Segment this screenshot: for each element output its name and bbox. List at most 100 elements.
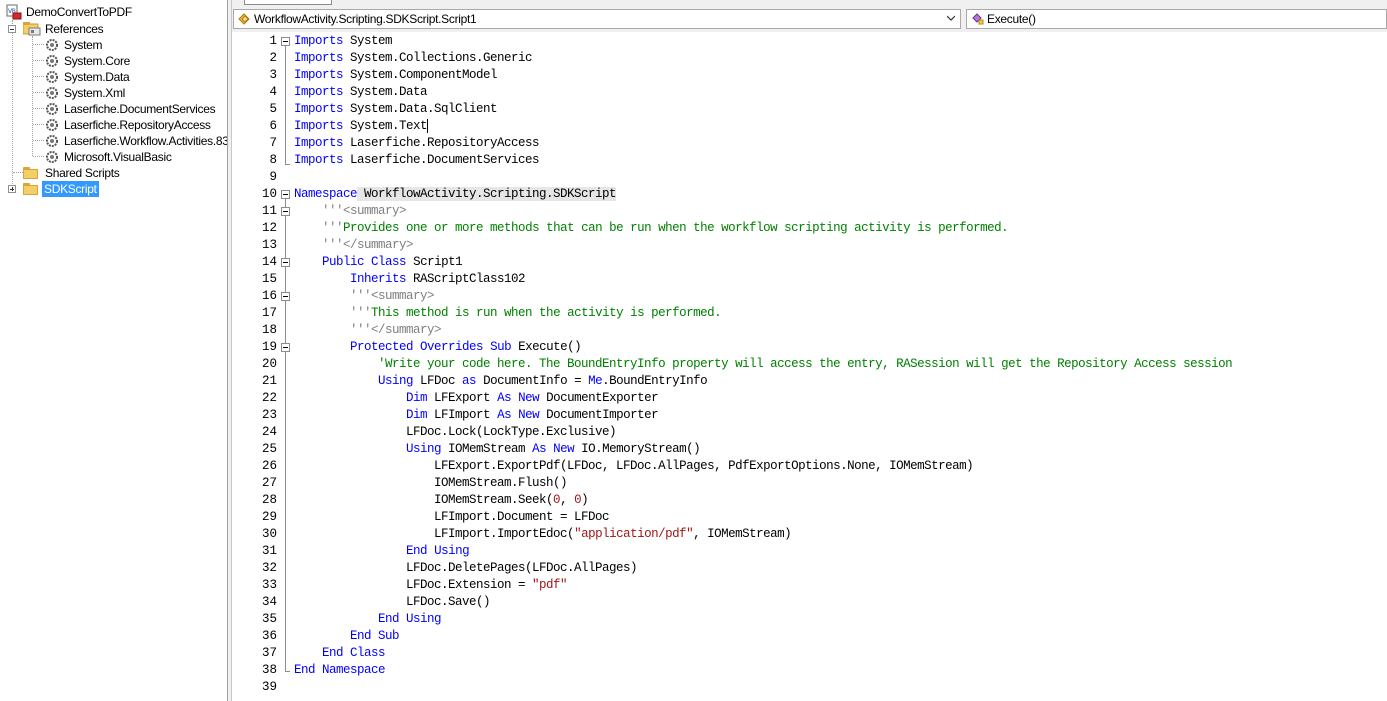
- navigation-bar: WorkflowActivity.Scripting.SDKScript.Scr…: [232, 5, 1387, 32]
- line-number: 26: [261, 459, 277, 473]
- code-line[interactable]: Imports System.Data: [294, 84, 428, 101]
- code-line[interactable]: Imports Laserfiche.RepositoryAccess: [294, 135, 540, 152]
- outline-end: [285, 671, 290, 672]
- line-number: 2: [269, 51, 277, 65]
- reference-label: Laserfiche.RepositoryAccess: [64, 118, 211, 132]
- solution-tree: VB DemoConvertToPDF References System Sy…: [0, 0, 227, 701]
- line-number: 21: [261, 374, 277, 388]
- shared-scripts-label: Shared Scripts: [45, 166, 120, 180]
- references-collapse-toggle[interactable]: [8, 25, 16, 33]
- code-line[interactable]: Imports System.Collections.Generic: [294, 50, 533, 67]
- tree-line: [33, 156, 44, 157]
- line-number: 1: [269, 34, 277, 48]
- line-number: 34: [261, 595, 277, 609]
- class-selector[interactable]: WorkflowActivity.Scripting.SDKScript.Scr…: [233, 9, 961, 29]
- code-line[interactable]: '''<summary>: [294, 288, 435, 305]
- sdkscript-label: SDKScript: [42, 181, 99, 197]
- code-line[interactable]: Imports System: [294, 33, 393, 50]
- reference-icon: [46, 39, 58, 51]
- code-line[interactable]: '''</summary>: [294, 237, 414, 254]
- line-number: 28: [261, 493, 277, 507]
- outline-end: [285, 164, 290, 165]
- reference-icon: [46, 135, 58, 147]
- collapse-summary-button[interactable]: [281, 207, 290, 216]
- code-line[interactable]: End Namespace: [294, 662, 386, 679]
- code-line[interactable]: LFImport.ImportEdoc("application/pdf", I…: [294, 526, 792, 543]
- code-line[interactable]: IOMemStream.Flush(): [294, 475, 568, 492]
- line-number: 8: [269, 153, 277, 167]
- class-selector-value: WorkflowActivity.Scripting.SDKScript.Scr…: [254, 12, 477, 26]
- code-line[interactable]: Using LFDoc as DocumentInfo = Me.BoundEn…: [294, 373, 708, 390]
- line-number: 38: [261, 663, 277, 677]
- code-line[interactable]: Imports System.ComponentModel: [294, 67, 498, 84]
- code-line[interactable]: 'Write your code here. The BoundEntryInf…: [294, 356, 1233, 373]
- code-line[interactable]: Imports Laserfiche.DocumentServices: [294, 152, 540, 169]
- code-line[interactable]: LFDoc.Save(): [294, 594, 491, 611]
- line-number-gutter: 1 2 3 4 5 6 7 8 9 10 11 12 13 14 15 16 17 18 19 20 21 22 23 24 2…: [232, 32, 278, 701]
- code-editor[interactable]: Imports System Imports System.Collections…: [292, 32, 1387, 701]
- code-line[interactable]: Namespace WorkflowActivity.Scripting.SDK…: [294, 186, 617, 203]
- code-line[interactable]: LFDoc.Extension = "pdf": [294, 577, 568, 594]
- code-line[interactable]: End Using: [294, 543, 470, 560]
- code-line[interactable]: End Class: [294, 645, 386, 662]
- folder-icon: [23, 183, 39, 195]
- code-line[interactable]: IOMemStream.Seek(0, 0): [294, 492, 589, 509]
- collapse-summary-button[interactable]: [281, 292, 290, 301]
- code-line[interactable]: Public Class Script1: [294, 254, 463, 271]
- tree-line: [33, 92, 44, 93]
- code-line[interactable]: '''<summary>: [294, 203, 407, 220]
- line-number: 33: [261, 578, 277, 592]
- code-line[interactable]: End Using: [294, 611, 442, 628]
- method-selector[interactable]: Execute(): [966, 9, 1387, 29]
- code-line[interactable]: LFExport.ExportPdf(LFDoc, LFDoc.AllPages…: [294, 458, 974, 475]
- sdkscript-expand-toggle[interactable]: [8, 185, 16, 193]
- code-line[interactable]: '''Provides one or more methods that can…: [294, 220, 1009, 237]
- code-line[interactable]: '''This method is run when the activity …: [294, 305, 722, 322]
- method-icon: [972, 13, 984, 25]
- project-label: DemoConvertToPDF: [26, 5, 132, 19]
- code-line[interactable]: LFImport.Document = LFDoc: [294, 509, 610, 526]
- code-line[interactable]: Using IOMemStream As New IO.MemoryStream…: [294, 441, 701, 458]
- code-line[interactable]: Dim LFExport As New DocumentExporter: [294, 390, 659, 407]
- references-folder-icon: [23, 22, 41, 36]
- reference-label: Laserfiche.DocumentServices: [64, 102, 216, 116]
- collapse-sub-button[interactable]: [281, 343, 290, 352]
- line-number: 36: [261, 629, 277, 643]
- collapse-namespace-button[interactable]: [281, 190, 290, 199]
- tree-line: [33, 108, 44, 109]
- collapse-imports-button[interactable]: [281, 37, 290, 46]
- line-number: 22: [261, 391, 277, 405]
- vb-project-icon: VB: [6, 4, 22, 20]
- reference-label: System.Xml: [64, 86, 126, 100]
- reference-icon: [46, 103, 58, 115]
- line-number: 17: [261, 306, 277, 320]
- code-line[interactable]: Protected Overrides Sub Execute(): [294, 339, 582, 356]
- code-line[interactable]: '''</summary>: [294, 322, 442, 339]
- outline-line: [285, 46, 286, 164]
- code-line[interactable]: LFDoc.DeletePages(LFDoc.AllPages): [294, 560, 638, 577]
- tree-line: [13, 172, 23, 173]
- code-line[interactable]: Imports System.Data.SqlClient: [294, 101, 498, 118]
- line-number: 23: [261, 408, 277, 422]
- line-number: 7: [269, 136, 277, 150]
- line-number: 18: [261, 323, 277, 337]
- collapse-class-button[interactable]: [281, 258, 290, 267]
- code-line[interactable]: End Sub: [294, 628, 400, 645]
- line-number: 15: [261, 272, 277, 286]
- tree-line: [32, 36, 33, 156]
- line-number: 31: [261, 544, 277, 558]
- class-icon: [238, 13, 250, 25]
- tree-line: [33, 76, 44, 77]
- line-number: 37: [261, 646, 277, 660]
- tree-line: [33, 124, 44, 125]
- tree-line: [33, 60, 44, 61]
- line-number: 14: [261, 255, 277, 269]
- line-number: 25: [261, 442, 277, 456]
- code-line[interactable]: Dim LFImport As New DocumentImporter: [294, 407, 659, 424]
- code-line[interactable]: Imports System.Text: [294, 118, 429, 135]
- line-number: 29: [261, 510, 277, 524]
- reference-label: System.Data: [64, 70, 130, 84]
- code-line[interactable]: Inherits RAScriptClass102: [294, 271, 526, 288]
- code-line[interactable]: LFDoc.Lock(LockType.Exclusive): [294, 424, 617, 441]
- chevron-down-icon: [947, 15, 955, 21]
